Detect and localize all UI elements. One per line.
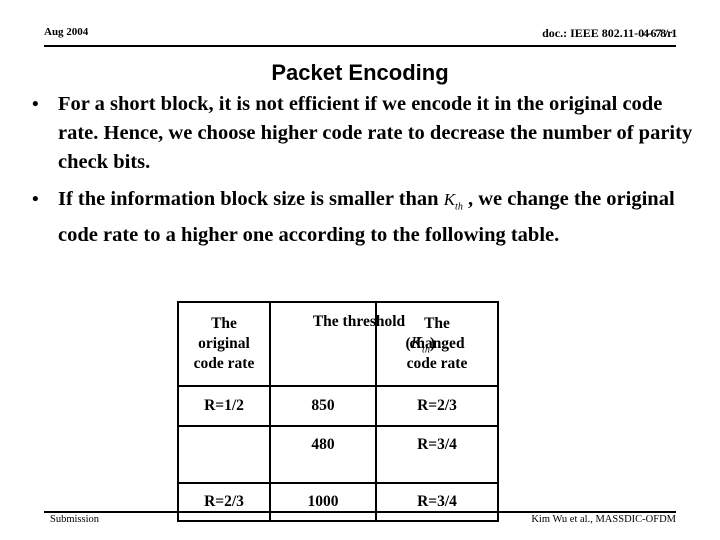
header-line-1: The xyxy=(211,315,237,332)
table-row: R=1/2 850 R=2/3 xyxy=(177,385,499,427)
table-header-row: The original code rate The threshold (Kt… xyxy=(177,301,499,387)
bullet-item: • For a short block, it is not efficient… xyxy=(24,90,696,177)
bullet-text-before-symbol: If the information block size is smaller… xyxy=(58,188,444,210)
header-divider xyxy=(44,45,676,47)
kth-base: K xyxy=(443,190,456,209)
page-title: Packet Encoding xyxy=(271,60,449,85)
header-document-number: doc.: IEEE 802.11-04-678/r1 xyxy=(542,26,677,41)
kth-symbol: Kth xyxy=(410,333,430,356)
footer-divider xyxy=(44,511,676,513)
header-doc-prefix: doc.: IEEE 802.11- xyxy=(542,26,639,40)
table-row: 480 R=3/4 xyxy=(177,425,499,484)
cell-original-rate: R=1/2 xyxy=(177,385,271,427)
kth-base: K xyxy=(410,333,423,352)
kth-subscript: th xyxy=(455,201,463,213)
bullet-marker-icon: • xyxy=(32,94,39,115)
slide-body: • For a short block, it is not efficient… xyxy=(24,90,696,258)
bullet-marker-icon: • xyxy=(32,189,39,210)
kth-subscript: th xyxy=(422,344,430,356)
header-doc-value: 04-678/r1 xyxy=(638,26,677,40)
cell-threshold: 850 xyxy=(269,385,377,427)
kth-symbol: Kth xyxy=(443,190,463,213)
cell-threshold: 480 xyxy=(269,425,377,484)
table-header-threshold: The threshold (Kth) xyxy=(269,301,435,387)
bullet-text: For a short block, it is not efficient i… xyxy=(58,93,693,173)
footer-authors: Kim Wu et al., MASSDIC-OFDM xyxy=(531,514,676,525)
slide-header: Aug 2004 doc.: IEEE 802.11-04-678/r1 xyxy=(44,26,677,52)
cell-changed-rate: R=2/3 xyxy=(375,385,499,427)
footer-submission-label: Submission xyxy=(50,514,100,525)
header-date: Aug 2004 xyxy=(44,26,89,38)
header-threshold-symbol-line: (Kth) xyxy=(275,332,443,360)
bullet-item: • If the information block size is small… xyxy=(24,185,696,250)
paren-close: ) xyxy=(429,335,435,352)
code-rate-table: The original code rate The threshold (Kt… xyxy=(177,301,499,522)
bullet-text: If the information block size is smaller… xyxy=(58,185,696,250)
header-line-2: original xyxy=(198,335,250,352)
header-threshold-label: The threshold xyxy=(312,313,406,330)
slide-footer: Submission Kim Wu et al., MASSDIC-OFDM xyxy=(44,511,676,535)
threshold-header-overflow-text: The threshold (Kth) xyxy=(275,311,443,360)
table-header-original-code-rate: The original code rate xyxy=(177,301,271,387)
cell-original-rate xyxy=(177,425,271,484)
header-line-3: code rate xyxy=(193,355,255,372)
cell-changed-rate: R=3/4 xyxy=(375,425,499,484)
